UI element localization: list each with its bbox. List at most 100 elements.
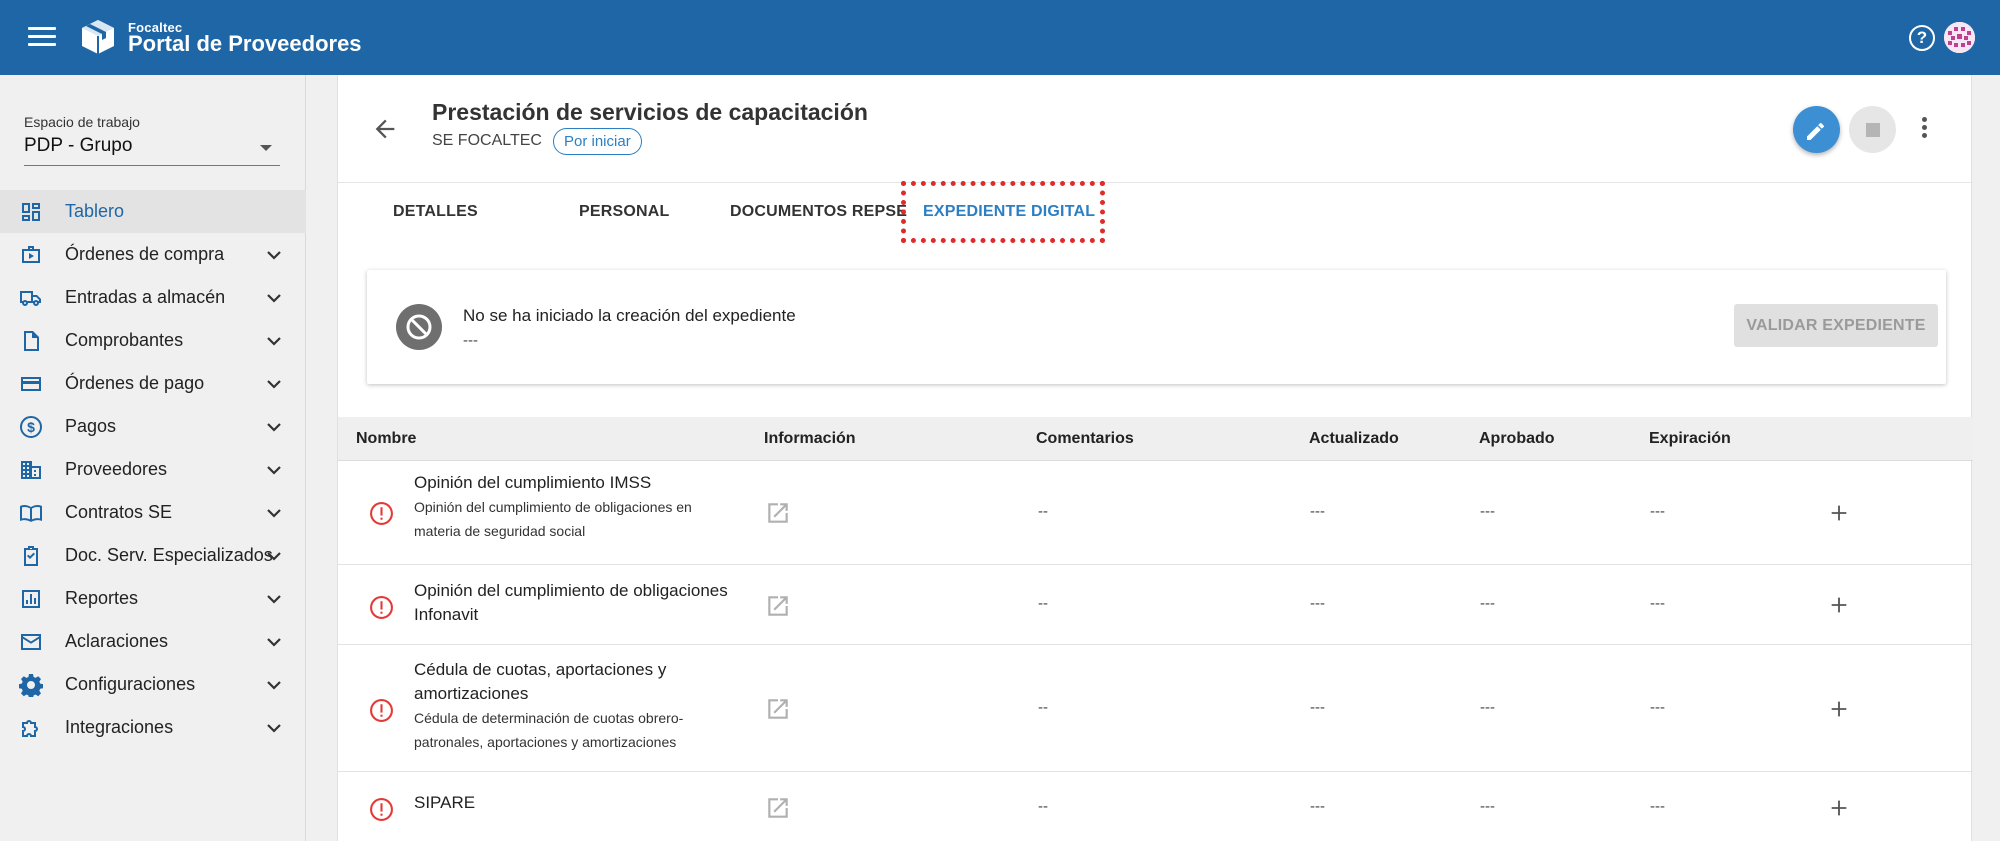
sidebar-item-integraciones[interactable]: Integraciones <box>0 706 306 749</box>
alert-icon <box>370 798 393 821</box>
alert-icon <box>370 502 393 525</box>
sidebar-item-ordenes-pago[interactable]: Órdenes de pago <box>0 362 306 405</box>
sidebar-item-label: Entradas a almacén <box>65 287 226 307</box>
chevron-down-icon <box>267 380 281 389</box>
document-icon <box>24 331 39 351</box>
open-in-new-icon[interactable] <box>765 696 791 722</box>
menu-icon[interactable] <box>28 24 56 50</box>
puzzle-icon <box>22 720 38 737</box>
bar-chart-icon <box>22 590 40 608</box>
sidebar-item-proveedores[interactable]: Proveedores <box>0 448 306 491</box>
tab-highlight-marker <box>901 181 1105 243</box>
sidebar-item-label: Doc. Serv. Especializados <box>65 545 273 565</box>
avatar[interactable] <box>1944 22 1975 53</box>
sidebar-item-label: Integraciones <box>65 717 174 737</box>
main-panel: Prestación de servicios de capacitación … <box>337 75 1973 841</box>
column-header: Nombre <box>356 430 417 447</box>
chevron-down-icon <box>267 638 281 647</box>
status-card-subtitle: --- <box>463 332 478 349</box>
sidebar-item-label: Órdenes de pago <box>65 373 205 393</box>
column-header: Comentarios <box>1036 430 1134 447</box>
more-vert-icon[interactable] <box>1919 117 1929 141</box>
chevron-down-icon <box>267 294 281 303</box>
alert-icon <box>370 596 393 619</box>
sidebar-item-ordenes-compra[interactable]: Órdenes de compra <box>0 233 306 276</box>
sidebar-item-label: Configuraciones <box>65 674 196 694</box>
column-header: Información <box>764 430 856 447</box>
mail-icon <box>21 634 41 650</box>
stop-button[interactable] <box>1849 106 1896 153</box>
sidebar-item-comprobantes[interactable]: Comprobantes <box>0 319 306 362</box>
open-in-new-icon[interactable] <box>765 593 791 619</box>
book-icon <box>20 504 42 522</box>
chevron-down-icon <box>267 681 281 690</box>
document-description: Opinión del cumplimiento de obligaciones… <box>414 499 692 515</box>
sidebar-item-reportes[interactable]: Reportes <box>0 577 306 620</box>
sidebar-item-label: Órdenes de compra <box>65 244 225 264</box>
truck-icon <box>20 291 41 306</box>
tab-personal[interactable]: PERSONAL <box>579 203 670 221</box>
dashboard-icon <box>22 203 40 221</box>
sidebar-item-label: Contratos SE <box>65 502 173 522</box>
add-icon[interactable] <box>1828 594 1850 616</box>
stop-icon <box>1866 123 1880 137</box>
sidebar-item-doc-serv-especializados[interactable]: Doc. Serv. Especializados <box>0 534 306 577</box>
expiration-cell: --- <box>1650 699 1665 716</box>
credit-card-icon <box>21 377 41 391</box>
comments-cell: -- <box>1038 503 1048 520</box>
chevron-down-icon <box>267 423 281 432</box>
updated-cell: --- <box>1310 595 1325 612</box>
open-in-new-icon[interactable] <box>765 795 791 821</box>
expiration-cell: --- <box>1650 595 1665 612</box>
workspace-select[interactable]: PDP - Grupo <box>24 133 280 166</box>
top-app-bar: Focaltec Portal de Proveedores ? <box>0 0 2000 75</box>
purchase-order-icon <box>22 246 40 263</box>
add-icon[interactable] <box>1828 698 1850 720</box>
divider <box>338 182 1973 183</box>
document-name: amortizaciones <box>414 684 529 703</box>
add-icon[interactable] <box>1828 502 1850 524</box>
sidebar: Espacio de trabajo PDP - Grupo Tablero Ó… <box>0 75 306 841</box>
sidebar-item-contratos-se[interactable]: Contratos SE <box>0 491 306 534</box>
workspace-label: Espacio de trabajo <box>24 114 140 130</box>
sidebar-item-configuraciones[interactable]: Configuraciones <box>0 663 306 706</box>
document-description: patronales, aportaciones y amortizacione… <box>414 734 677 750</box>
building-icon <box>21 461 41 479</box>
sidebar-item-pagos[interactable]: $ Pagos <box>0 405 306 448</box>
tab-detalles[interactable]: DETALLES <box>393 203 478 221</box>
sidebar-item-label: Tablero <box>65 201 125 221</box>
brand-app-name: Portal de Proveedores <box>128 31 362 56</box>
edit-button[interactable] <box>1793 106 1840 153</box>
status-card-title: No se ha iniciado la creación del expedi… <box>463 306 796 325</box>
help-icon[interactable]: ? <box>1909 25 1935 51</box>
table-row: Opinión del cumplimiento de obligaciones… <box>338 565 1973 645</box>
expediente-status-card: No se ha iniciado la creación del expedi… <box>367 270 1946 384</box>
sidebar-item-entradas-almacen[interactable]: Entradas a almacén <box>0 276 306 319</box>
chevron-down-icon <box>267 337 281 346</box>
column-header: Expiración <box>1649 430 1731 447</box>
page-title: Prestación de servicios de capacitación <box>432 99 868 125</box>
arrow-back-icon[interactable] <box>371 115 399 143</box>
sidebar-item-tablero[interactable]: Tablero <box>0 190 306 233</box>
chevron-down-icon <box>267 595 281 604</box>
comments-cell: -- <box>1038 595 1048 612</box>
document-name: Opinión del cumplimiento de obligaciones <box>414 581 728 600</box>
svg-text:$: $ <box>27 419 35 435</box>
comments-cell: -- <box>1038 699 1048 716</box>
approved-cell: --- <box>1480 595 1495 612</box>
add-icon[interactable] <box>1828 797 1850 819</box>
open-in-new-icon[interactable] <box>765 500 791 526</box>
document-name: Cédula de cuotas, aportaciones y <box>414 660 667 679</box>
validar-expediente-button[interactable]: VALIDAR EXPEDIENTE <box>1734 304 1938 347</box>
updated-cell: --- <box>1310 798 1325 815</box>
document-name: Opinión del cumplimiento IMSS <box>414 473 652 492</box>
alert-icon <box>370 699 393 722</box>
tab-documentos-repse[interactable]: DOCUMENTOS REPSE <box>730 203 907 221</box>
sidebar-item-aclaraciones[interactable]: Aclaraciones <box>0 620 306 663</box>
clipboard-check-icon <box>24 546 38 566</box>
approved-cell: --- <box>1480 798 1495 815</box>
sidebar-item-label: Pagos <box>65 416 117 436</box>
updated-cell: --- <box>1310 503 1325 520</box>
comments-cell: -- <box>1038 798 1048 815</box>
document-name: SIPARE <box>414 793 476 812</box>
